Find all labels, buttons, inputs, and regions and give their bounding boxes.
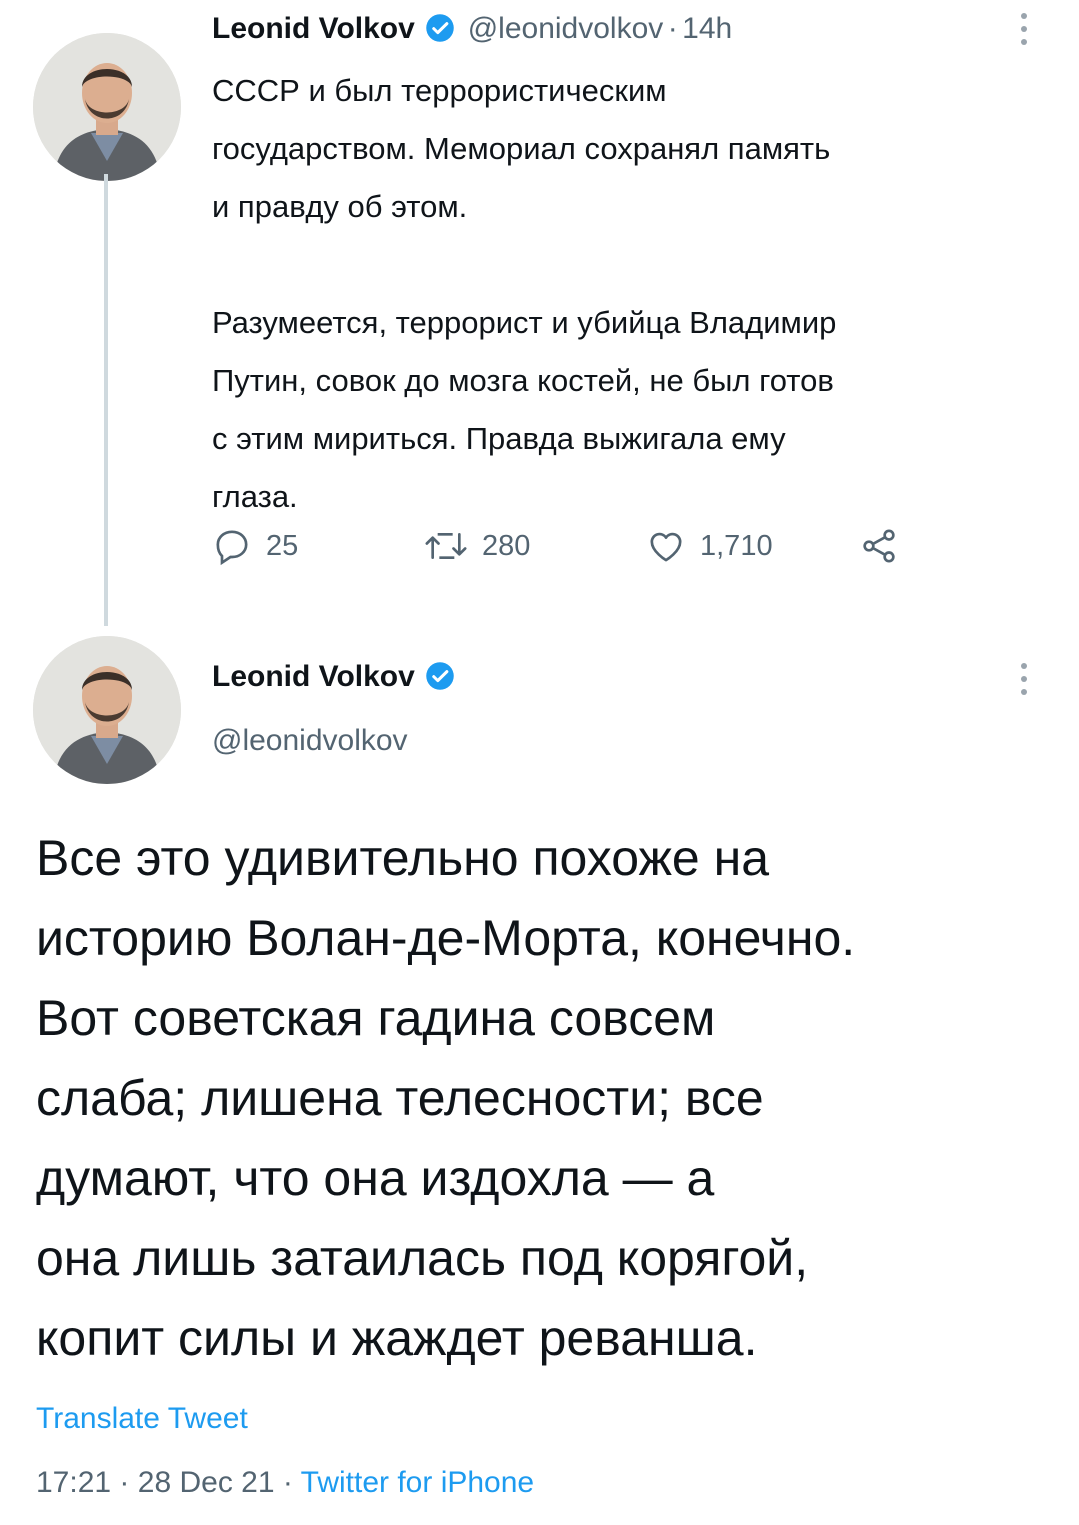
tweet-source-link[interactable]: Twitter for iPhone	[301, 1466, 534, 1499]
like-icon	[650, 532, 682, 562]
separator: ·	[119, 1466, 130, 1499]
like-button[interactable]: 1,710	[646, 526, 858, 566]
tweet-text: Все это удивительно похоже на историю Во…	[36, 830, 856, 1366]
reply-button[interactable]: 25	[212, 526, 424, 566]
separator: ·	[667, 12, 678, 45]
time-ago[interactable]: 14h	[682, 12, 732, 45]
share-icon	[863, 529, 895, 563]
share-button[interactable]	[858, 526, 914, 566]
retweet-button[interactable]: 280	[424, 526, 646, 566]
author-name[interactable]: Leonid Volkov	[212, 660, 415, 693]
tweet-meta: 17:21 · 28 Dec 21 · Twitter for iPhone	[36, 1466, 534, 1500]
author-name[interactable]: Leonid Volkov	[212, 12, 415, 45]
author-handle[interactable]: @leonidvolkov	[212, 724, 408, 758]
reply-count: 25	[266, 529, 299, 562]
avatar[interactable]	[33, 636, 181, 784]
translate-tweet-link[interactable]: Translate Tweet	[36, 1402, 248, 1436]
tweet-date[interactable]: 28 Dec 21	[138, 1466, 275, 1499]
tweet-time[interactable]: 17:21	[36, 1466, 111, 1499]
retweet-count: 280	[482, 529, 531, 562]
thread-connector-line	[104, 174, 108, 626]
reply-icon	[216, 530, 248, 566]
retweet-icon	[425, 533, 467, 559]
avatar[interactable]	[33, 33, 181, 181]
profile-photo	[33, 636, 181, 784]
verified-badge-icon	[425, 13, 455, 48]
author-handle[interactable]: @leonidvolkov	[468, 12, 664, 45]
separator: ·	[282, 1466, 293, 1499]
tweet2-author-line: Leonid Volkov	[212, 660, 455, 696]
verified-badge-icon	[425, 661, 455, 696]
tweet1-header: Leonid Volkov @leonidvolkov · 14h	[212, 12, 732, 48]
more-icon[interactable]	[1018, 10, 1030, 53]
like-count: 1,710	[700, 529, 773, 562]
tweet-actions: 25 280 1,710	[212, 524, 914, 568]
more-icon[interactable]	[1018, 660, 1030, 703]
tweet-text: СССР и был террористическим государством…	[212, 73, 837, 514]
profile-photo	[33, 33, 181, 181]
